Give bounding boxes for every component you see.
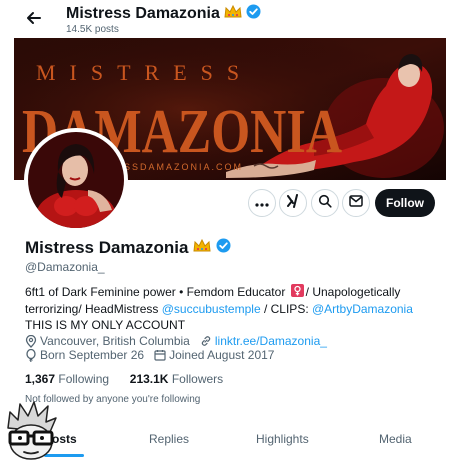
- back-arrow-icon[interactable]: [24, 8, 44, 28]
- grok-icon: [286, 193, 300, 213]
- follow-counts: 1,367 Following 213.1K Followers: [25, 372, 223, 386]
- profile-meta-row-1: Vancouver, British Columbia linktr.ee/Da…: [25, 334, 327, 348]
- crown-icon: [224, 4, 242, 24]
- location-icon: [25, 334, 37, 348]
- search-icon: [318, 194, 332, 213]
- balloon-icon: [25, 348, 37, 362]
- profile-birthday: Born September 26: [40, 348, 145, 362]
- profile-handle: @Damazonia_: [25, 260, 105, 274]
- mascot-overlay-icon: [0, 398, 62, 460]
- avatar[interactable]: [24, 128, 128, 232]
- followers-link[interactable]: 213.1K Followers: [130, 372, 223, 386]
- female-sign-icon: [290, 284, 304, 301]
- follow-button[interactable]: Follow: [375, 189, 435, 217]
- more-button[interactable]: [248, 189, 276, 217]
- profile-joined: Joined August 2017: [169, 348, 275, 362]
- tab-replies[interactable]: Replies: [149, 432, 189, 446]
- bio-mention-artbydamazonia[interactable]: @ArtbyDamazonia: [312, 302, 413, 316]
- header-title: Mistress Damazonia: [66, 4, 261, 24]
- crown-icon: [193, 238, 212, 258]
- tab-media[interactable]: Media: [379, 432, 412, 446]
- bio-text-3: / CLIPS:: [263, 302, 309, 317]
- search-button[interactable]: [311, 189, 339, 217]
- banner-url: SSDAMAZONIA.COM: [124, 162, 243, 172]
- message-button[interactable]: [342, 189, 370, 217]
- banner-line1: MISTRESS: [36, 60, 253, 85]
- profile-name-row: Mistress Damazonia: [25, 238, 231, 258]
- profile-location: Vancouver, British Columbia: [40, 334, 190, 348]
- header-name: Mistress Damazonia: [66, 5, 220, 22]
- bio-text-1: 6ft1 of Dark Feminine power • Femdom Edu…: [25, 285, 286, 299]
- tab-highlights[interactable]: Highlights: [256, 432, 309, 446]
- profile-meta-row-2: Born September 26 Joined August 2017: [25, 348, 274, 362]
- link-icon: [200, 335, 212, 347]
- following-count: 1,367: [25, 372, 56, 386]
- grok-button[interactable]: [279, 189, 307, 217]
- bio-mention-succubustemple[interactable]: @succubustemple: [162, 302, 261, 316]
- calendar-icon: [154, 349, 166, 361]
- followers-count: 213.1K: [129, 372, 169, 386]
- avatar-image: [28, 132, 124, 228]
- verified-badge-icon[interactable]: [216, 238, 231, 258]
- top-bar: Mistress Damazonia 14.5K posts: [0, 0, 460, 38]
- profile-bio: 6ft1 of Dark Feminine power • Femdom Edu…: [25, 284, 440, 333]
- followers-label: Followers: [171, 372, 224, 386]
- following-link[interactable]: 1,367 Following: [25, 372, 109, 386]
- profile-name: Mistress Damazonia: [25, 238, 189, 257]
- message-icon: [349, 194, 363, 212]
- post-count: 14.5K posts: [66, 24, 119, 35]
- profile-website-link[interactable]: linktr.ee/Damazonia_: [215, 334, 327, 348]
- bio-text-4: THIS IS MY ONLY ACCOUNT: [25, 318, 186, 333]
- more-icon: [255, 194, 269, 212]
- verified-badge-icon: [246, 4, 261, 24]
- following-label: Following: [58, 372, 110, 386]
